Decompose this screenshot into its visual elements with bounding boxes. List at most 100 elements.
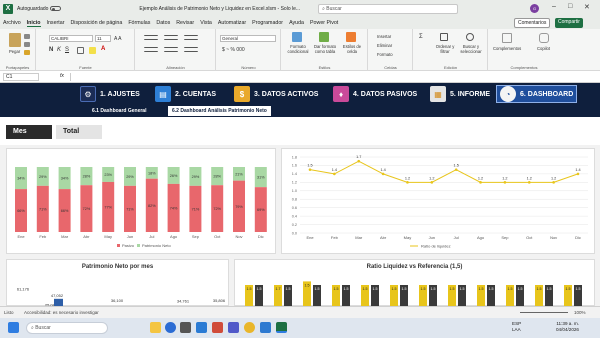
paste-label[interactable]: Pegar [9,49,20,54]
avatar[interactable]: G [530,4,539,13]
editing-group: Σ Ordenar y filtrar Buscar y seleccionar… [414,29,488,71]
tab-vista[interactable]: Vista [200,20,212,26]
align-middle-icon[interactable] [164,35,178,40]
nav-tab-ajustes[interactable]: ⚙ 1. AJUSTES [80,85,140,103]
copilot-label[interactable]: Copilot [537,46,550,51]
autosave-toggle[interactable] [50,6,62,11]
grow-font-icon[interactable]: A A [114,36,122,42]
chrome-icon[interactable] [244,322,255,333]
bold-icon[interactable]: N [49,47,53,53]
zoom-slider[interactable] [520,312,568,313]
clock[interactable]: 11:39 a. m. 04/04/2026 [556,321,579,333]
subtab-analisis-patrimonio[interactable]: 6.2 Dashboard Análisis Patrimonio Neto [168,106,271,116]
borders-icon[interactable] [77,47,84,54]
tab-power-pivot[interactable]: Power Pivot [310,20,338,26]
copy-icon[interactable] [24,42,30,47]
patrimonio-data-label: 28% [213,175,221,179]
cell-styles-icon[interactable] [346,32,356,42]
share-button[interactable]: Compartir [555,18,583,28]
number-format-select[interactable]: General [220,35,276,42]
conditional-format-label[interactable]: Formato condicional [285,44,311,54]
format-painter-icon[interactable] [24,50,30,55]
ratio-data-label: 1.7 [276,287,281,291]
tab-ayuda[interactable]: Ayuda [289,20,304,26]
fill-color-icon[interactable] [89,47,96,54]
font-name-select[interactable]: CALIBRI [49,35,93,42]
tab-archivo[interactable]: Archivo [3,20,21,26]
subtab-dashboard-general[interactable]: 6.1 Dashboard General [88,106,150,116]
tab-inicio[interactable]: Inicio [26,20,41,27]
find-select-icon[interactable] [466,33,474,41]
nav-tab-datos-activos[interactable]: $ 3. DATOS ACTIVOS [234,85,318,103]
name-box[interactable]: C1 [3,73,39,81]
find-select-label[interactable]: Buscar y seleccionar [458,44,484,54]
tab-programador[interactable]: Programador [252,20,283,26]
powerpoint-icon[interactable] [212,322,223,333]
clipboard-group: Pegar Portapapeles [0,29,36,71]
number-group-label: Número [241,65,256,70]
zoom-level[interactable]: 100% [574,310,586,315]
title-search-box[interactable]: ⌕ Buscar [318,3,459,14]
maximize-icon[interactable]: □ [568,3,572,10]
teams-icon[interactable] [228,322,239,333]
font-color-icon[interactable]: A [101,46,105,52]
italic-icon[interactable]: K [57,47,61,53]
cut-icon[interactable] [24,34,30,39]
sort-filter-icon[interactable] [440,33,448,41]
store-icon[interactable] [180,322,191,333]
fx-icon[interactable]: fx [60,73,64,79]
comments-button[interactable]: Comentarios [514,18,551,28]
taskbar-search[interactable]: ⌕ Buscar [26,322,108,334]
language-indicator[interactable]: ESP LAA [512,321,521,333]
paste-icon[interactable] [9,33,21,47]
autosum-icon[interactable]: Σ [419,34,423,40]
referencia-data-label: 1.5 [518,287,523,291]
tab-datos[interactable]: Datos [156,20,170,26]
conditional-format-icon[interactable] [292,32,302,42]
format-as-table-icon[interactable] [319,32,329,42]
addins-icon[interactable] [502,33,512,43]
file-explorer-icon[interactable] [150,322,161,333]
font-size-select[interactable]: 11 [95,35,111,42]
close-icon[interactable]: ✕ [584,3,590,11]
tab-revisar[interactable]: Revisar [176,20,194,26]
wrap-text-icon[interactable] [184,35,198,40]
merge-center-icon[interactable] [184,47,198,52]
currency-icon[interactable]: $ ~ % 000 [222,47,245,53]
x-tick-label: Sep [192,234,200,239]
accessibility-status[interactable]: Accesibilidad: es necesario investigar [24,310,99,315]
excel-taskbar-icon[interactable] [276,322,287,333]
tab-insertar[interactable]: Insertar [47,20,65,26]
delete-cells-button[interactable]: Eliminar [377,43,392,48]
sort-filter-label[interactable]: Ordenar y filtrar [434,44,456,54]
nav-tab-cuentas[interactable]: ▤ 2. CUENTAS [155,85,216,103]
settings-icon: ⚙ [80,86,96,102]
nav-tab-dashboard[interactable]: ◔ 6. DASHBOARD [496,85,578,103]
cell-styles-label[interactable]: Estilos de celda [339,44,365,54]
vscode-icon[interactable] [196,322,207,333]
copilot-icon[interactable] [539,33,549,43]
ribbon-tabs: Archivo Inicio Insertar Disposición de p… [0,17,600,29]
nav-tab-datos-pasivos[interactable]: ♦ 4. DATOS PASIVOS [333,85,417,103]
insert-cells-button[interactable]: Insertar [377,34,391,39]
edge-icon[interactable] [165,322,176,333]
align-top-icon[interactable] [144,35,158,40]
minimize-icon[interactable]: – [552,3,556,10]
underline-icon[interactable]: S [65,47,69,53]
tab-disposicion[interactable]: Disposición de página [70,20,122,26]
formula-input[interactable] [70,73,596,81]
tab-automatizar[interactable]: Automatizar [218,20,246,26]
word-icon[interactable] [260,322,271,333]
clipboard-group-label: Portapapeles [5,65,30,70]
align-left-icon[interactable] [144,47,158,52]
format-as-table-label[interactable]: Dar formato como tabla [312,44,338,54]
filter-mes-button[interactable]: Mes [6,125,52,139]
windows-start-icon[interactable] [8,322,19,333]
align-center-icon[interactable] [164,47,178,52]
addins-label[interactable]: Complementos [493,46,521,51]
title-search-placeholder: Buscar [326,5,342,12]
tab-formulas[interactable]: Fórmulas [128,20,150,26]
filter-total-button[interactable]: Total [56,125,102,139]
format-cells-button[interactable]: Formato [377,52,393,57]
nav-tab-informe[interactable]: ▦ 5. INFORME [430,85,490,103]
